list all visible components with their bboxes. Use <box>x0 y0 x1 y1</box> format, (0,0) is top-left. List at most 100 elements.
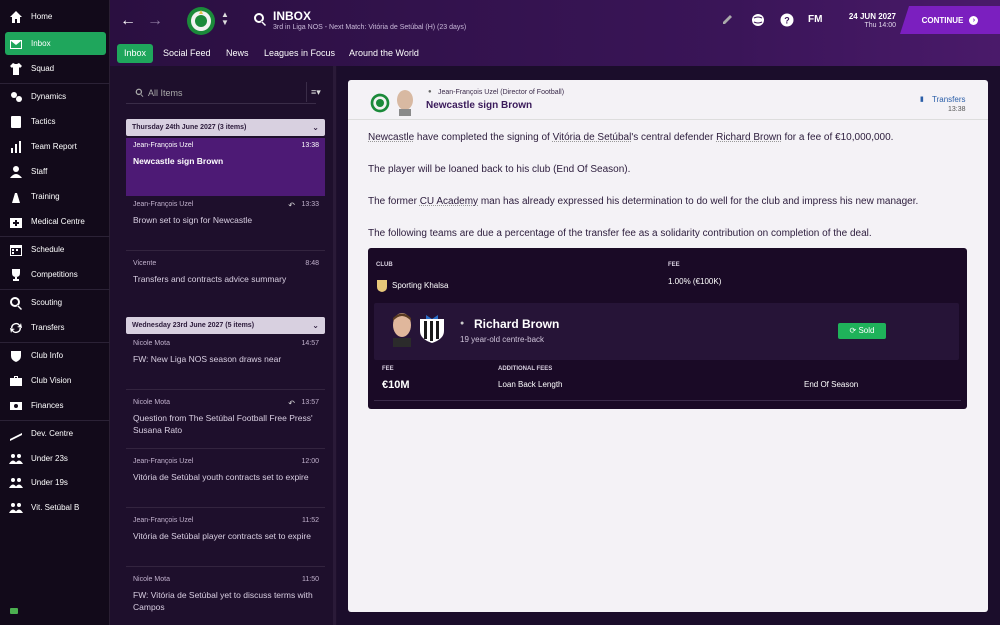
forward-arrow-icon[interactable]: → <box>147 12 163 30</box>
list-item[interactable]: Jean-François Uzel 13:38 Newcastle sign … <box>126 138 325 196</box>
sidebar-item-dynamics[interactable]: Dynamics <box>5 85 106 108</box>
transfers-icon <box>9 321 23 335</box>
chevron-down-icon: ⌄ <box>312 123 319 132</box>
message-sender: Jean-François Uzel <box>133 201 194 208</box>
message-sender[interactable]: Jean-François Uzel (Director of Football… <box>438 89 564 96</box>
sidebar-item-club-vision[interactable]: Club Vision <box>5 369 106 392</box>
player-avatar <box>393 313 411 347</box>
sidebar-item-label: Tactics <box>31 117 56 126</box>
shirt-icon <box>9 62 23 76</box>
continue-button[interactable]: CONTINUE › <box>900 6 1000 34</box>
filter-field[interactable]: All Items <box>126 82 316 104</box>
message-header: ● Jean-François Uzel (Director of Footba… <box>348 80 988 120</box>
player-name[interactable]: Richard Brown <box>474 317 559 331</box>
continue-label: CONTINUE <box>921 15 964 25</box>
sidebar-item-squad[interactable]: Squad <box>5 57 106 80</box>
sidebar-item-under-23s[interactable]: Under 23s <box>5 447 106 470</box>
list-item[interactable]: Jean-François Uzel 11:52 Vitória de Setú… <box>126 513 325 571</box>
club-link[interactable]: Vitória de Setúbal <box>553 132 632 143</box>
transfer-details-panel: CLUB FEE Sporting Khalsa 1.00% (€100K) ●… <box>368 248 967 409</box>
sidebar-item-medical-centre[interactable]: Medical Centre <box>5 210 106 233</box>
list-item[interactable]: Vicente 8:48 Transfers and contracts adv… <box>126 256 325 314</box>
sidebar-item-tactics[interactable]: Tactics <box>5 110 106 133</box>
date-group-title: Thursday 24th June 2027 (3 items) <box>132 124 247 131</box>
sidebar-item-label: Schedule <box>31 245 65 254</box>
additional-fee-value: End Of Season <box>804 380 859 389</box>
message-time: 13:38 <box>301 142 319 149</box>
help-icon[interactable]: ? <box>780 13 794 27</box>
sidebar-item-training[interactable]: Training <box>5 185 106 208</box>
list-item[interactable]: Nicole Mota 14:57 FW: New Liga NOS seaso… <box>126 336 325 394</box>
status-indicator-icon <box>10 608 18 614</box>
list-scrollbar[interactable] <box>333 66 336 625</box>
sidebar-item-schedule[interactable]: Schedule <box>5 238 106 261</box>
date-group-header[interactable]: Wednesday 23rd June 2027 (5 items) ⌄ <box>126 317 325 334</box>
message-subject: Newcastle sign Brown <box>426 100 533 111</box>
pencil-icon[interactable] <box>720 13 734 27</box>
sort-menu-button[interactable]: ≡▾ <box>306 82 330 102</box>
solidarity-club[interactable]: Sporting Khalsa <box>392 281 448 290</box>
game-date: 24 JUN 2027 <box>848 12 896 21</box>
transfers-category-icon: ▮ <box>920 96 924 103</box>
player-link[interactable]: Richard Brown <box>716 132 782 143</box>
search-icon <box>135 88 144 97</box>
fm-logo[interactable]: FM <box>808 14 822 25</box>
message-subject: FW: New Liga NOS season draws near <box>133 354 282 364</box>
sidebar-item-finances[interactable]: Finances <box>5 394 106 417</box>
back-arrow-icon[interactable]: ← <box>120 12 136 30</box>
message-time: 13:57 <box>301 399 319 406</box>
tactics-icon <box>9 115 23 129</box>
sidebar-item-team-report[interactable]: Team Report <box>5 135 106 158</box>
player-description: 19 year-old centre-back <box>460 335 545 344</box>
sidebar-item-label: Vit. Setúbal B <box>31 503 80 512</box>
tab-news[interactable]: News <box>219 44 256 63</box>
message-paragraph: The former CU Academy man has already ex… <box>368 196 919 207</box>
inbox-icon <box>9 37 23 51</box>
fee-column-label: FEE <box>668 262 680 268</box>
arrow-right-icon: › <box>969 15 979 25</box>
club-crest-icon[interactable] <box>186 6 216 36</box>
people-icon <box>9 476 23 490</box>
tab-social-feed[interactable]: Social Feed <box>156 44 218 63</box>
message-category[interactable]: Transfers <box>932 95 966 104</box>
tab-inbox[interactable]: Inbox <box>117 44 154 63</box>
sidebar-item-label: Inbox <box>31 39 51 48</box>
message-time: 14:57 <box>301 340 319 347</box>
search-icon[interactable] <box>253 12 267 26</box>
message-subject: FW: Vitória de Setúbal yet to discuss te… <box>133 590 313 612</box>
home-icon <box>9 10 23 24</box>
globe-icon[interactable] <box>751 13 765 27</box>
sidebar-item-staff[interactable]: Staff <box>5 160 106 183</box>
sidebar-item-label: Finances <box>31 401 64 410</box>
club-link[interactable]: CU Academy <box>420 196 478 207</box>
sidebar-item-competitions[interactable]: Competitions <box>5 263 106 286</box>
sidebar-item-b-team[interactable]: Vit. Setúbal B <box>5 496 106 519</box>
tab-around-the-world[interactable]: Around the World <box>342 44 426 63</box>
person-icon: ● <box>428 89 432 95</box>
tab-leagues-in-focus[interactable]: Leagues in Focus <box>257 44 342 63</box>
sidebar-item-dev-centre[interactable]: Dev. Centre <box>5 422 106 445</box>
sidebar-item-label: Transfers <box>31 323 65 332</box>
sidebar-item-under-19s[interactable]: Under 19s <box>5 471 106 494</box>
sidebar: Home Inbox Squad Dynamics Tactics Team R… <box>0 0 110 625</box>
sidebar-item-label: Club Info <box>31 351 64 360</box>
page-subtitle: 3rd in Liga NOS - Next Match: Vitória de… <box>273 24 467 31</box>
club-link[interactable]: Newcastle <box>368 132 414 143</box>
sidebar-item-scouting[interactable]: Scouting <box>5 291 106 314</box>
list-item[interactable]: Jean-François Uzel ↶ 13:33 Brown set to … <box>126 197 325 255</box>
list-item[interactable]: Jean-François Uzel 12:00 Vitória de Setú… <box>126 454 325 512</box>
sidebar-item-label: Squad <box>31 64 55 73</box>
staff-icon <box>9 165 23 179</box>
date-group-header[interactable]: Thursday 24th June 2027 (3 items) ⌄ <box>126 119 325 136</box>
club-switch-icon[interactable]: ▲ ▼ <box>221 11 229 27</box>
list-item[interactable]: Nicole Mota ↶ 13:57 Question from The Se… <box>126 395 325 453</box>
sidebar-item-home[interactable]: Home <box>5 5 106 28</box>
sidebar-item-transfers[interactable]: Transfers <box>5 316 106 339</box>
calendar-icon <box>9 243 23 257</box>
player-card[interactable]: ● Richard Brown 19 year-old centre-back … <box>374 303 959 360</box>
sidebar-item-club-info[interactable]: Club Info <box>5 344 106 367</box>
sidebar-item-inbox[interactable]: Inbox <box>5 32 106 55</box>
list-item[interactable]: Nicole Mota 11:50 FW: Vitória de Setúbal… <box>126 572 325 612</box>
message-subject: Newcastle sign Brown <box>133 156 224 166</box>
message-paragraph: Newcastle have completed the signing of … <box>368 132 894 143</box>
